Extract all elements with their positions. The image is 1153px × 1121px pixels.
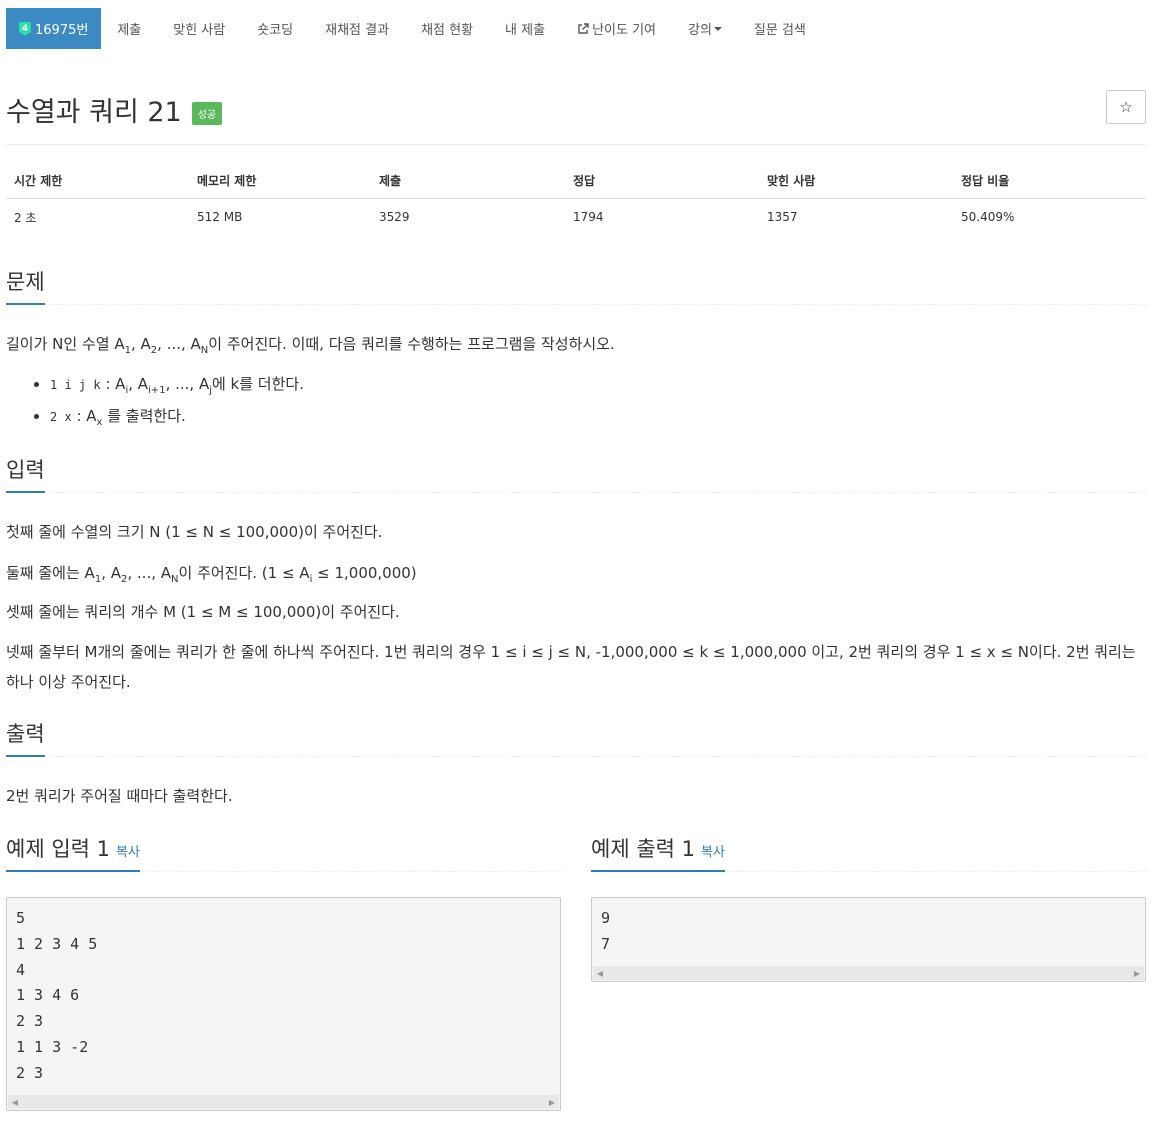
input-line-2-prefix: 둘째 줄에는 A	[6, 564, 95, 582]
problem-menu: 4 16975번 제출 맞힌 사람 숏코딩 재채점 결과 채점 현황 내 제출 …	[6, 8, 822, 49]
nav-submit[interactable]: 제출	[101, 8, 157, 49]
horizontal-scrollbar[interactable]: ◀ ▶	[593, 966, 1144, 980]
header-accepted: 정답	[573, 174, 596, 188]
problem-text-suffix: 이 주어진다. 이때, 다음 쿼리를 수행하는 프로그램을 작성하시오.	[208, 335, 615, 353]
sample-input-box[interactable]: 5 1 2 3 4 5 4 1 3 4 6 2 3 1 1 3 -2 2 3 ◀…	[6, 897, 561, 1111]
header-time-limit: 시간 제한	[14, 174, 63, 188]
sample-input-text: 5 1 2 3 4 5 4 1 3 4 6 2 3 1 1 3 -2 2 3	[16, 909, 98, 1082]
nav-lectures-dropdown[interactable]: 강의	[672, 8, 738, 49]
problem-info-table: 시간 제한 메모리 제한 제출 정답 맞힌 사람 정답 비율 2 초 512 M…	[6, 163, 1146, 235]
nav-my-submissions[interactable]: 내 제출	[489, 8, 561, 49]
nav-difficulty-contribution[interactable]: 난이도 기여	[561, 8, 672, 49]
sample-output-text: 9 7	[601, 909, 611, 953]
output-line-1: 2번 쿼리가 주어질 때마다 출력한다.	[6, 787, 233, 805]
sample-output-label: 예제 출력 1	[591, 837, 695, 861]
input-section-title: 입력	[6, 454, 45, 493]
copy-sample-output-link[interactable]: 복사	[701, 845, 725, 860]
value-memory-limit: 512 MB	[197, 210, 243, 224]
value-solvers: 1357	[767, 210, 798, 224]
header-solvers: 맞힌 사람	[767, 174, 816, 188]
scroll-left-icon[interactable]: ◀	[8, 1095, 22, 1109]
nav-lectures-label: 강의	[688, 23, 712, 38]
sample-output-header: 예제 출력 1 복사	[591, 833, 1146, 872]
query-list: 1 i j k : Ai, Ai+1, ..., Aj에 k를 더한다. 2 x…	[6, 372, 304, 436]
tier-badge-icon: 4	[19, 21, 31, 36]
horizontal-scrollbar[interactable]: ◀ ▶	[8, 1095, 559, 1109]
query2-code: 2 x	[50, 410, 72, 424]
chevron-down-icon	[713, 26, 722, 31]
nav-rejudge-results[interactable]: 재채점 결과	[309, 8, 405, 49]
input-line-4b: 하나 이상 주어진다.	[6, 673, 131, 691]
table-row: 2 초 512 MB 3529 1794 1357 50.409%	[6, 199, 1146, 235]
sample-input-header: 예제 입력 1 복사	[6, 833, 561, 872]
input-line-2-suffix: 이 주어진다. (1 ≤ A	[178, 564, 310, 582]
input-line-2-end: ≤ 1,000,000)	[312, 564, 417, 582]
status-badge: 성공	[191, 102, 223, 125]
problem-section-title: 문제	[6, 266, 45, 305]
problem-text-prefix: 길이가 N인 수열 A	[6, 335, 125, 353]
header-memory-limit: 메모리 제한	[197, 174, 257, 188]
value-accepted: 1794	[573, 210, 604, 224]
list-item: 1 i j k : Ai, Ai+1, ..., Aj에 k를 더한다.	[50, 372, 304, 404]
page-header: 수열과 쿼리 21 성공	[6, 90, 223, 129]
problem-number-label: 16975번	[35, 23, 89, 38]
scroll-right-icon[interactable]: ▶	[545, 1095, 559, 1109]
output-section-header: 출력	[6, 718, 1146, 757]
value-time-limit: 2 초	[14, 210, 37, 225]
input-line-4a: 넷째 줄부터 M개의 줄에는 쿼리가 한 줄에 하나씩 주어진다. 1번 쿼리의…	[6, 643, 1136, 661]
input-section-header: 입력	[6, 454, 1146, 493]
scroll-left-icon[interactable]: ◀	[593, 966, 607, 980]
list-item: 2 x : Ax 를 출력한다.	[50, 404, 304, 436]
favorite-star-button[interactable]: ☆	[1106, 90, 1146, 124]
star-icon: ☆	[1119, 98, 1133, 116]
nav-problem-number[interactable]: 4 16975번	[6, 8, 102, 49]
header-accept-ratio: 정답 비율	[961, 174, 1010, 188]
nav-solved-users[interactable]: 맞힌 사람	[157, 8, 241, 49]
sample-output-box[interactable]: 9 7 ◀ ▶	[591, 897, 1146, 982]
table-header-row: 시간 제한 메모리 제한 제출 정답 맞힌 사람 정답 비율	[6, 163, 1146, 199]
header-submissions: 제출	[379, 174, 402, 188]
sample-output-title: 예제 출력 1 복사	[591, 833, 725, 872]
query1-code: 1 i j k	[50, 378, 101, 392]
sample-input-title: 예제 입력 1 복사	[6, 833, 140, 872]
value-accept-ratio: 50.409%	[961, 210, 1015, 224]
input-line-1: 첫째 줄에 수열의 크기 N (1 ≤ N ≤ 100,000)이 주어진다.	[6, 523, 383, 541]
nav-status[interactable]: 채점 현황	[405, 8, 489, 49]
query1-text: 에 k를 더한다.	[211, 375, 304, 393]
page-title: 수열과 쿼리 21	[6, 97, 182, 128]
divider	[6, 144, 1146, 145]
nav-question-search[interactable]: 질문 검색	[738, 8, 822, 49]
nav-difficulty-label: 난이도 기여	[592, 23, 656, 38]
output-section-title: 출력	[6, 718, 45, 757]
input-line-3: 셋째 줄에는 쿼리의 개수 M (1 ≤ M ≤ 100,000)이 주어진다.	[6, 603, 400, 621]
nav-short-coding[interactable]: 숏코딩	[241, 8, 309, 49]
value-submissions: 3529	[379, 210, 410, 224]
input-line-2: 둘째 줄에는 A1, A2, ..., AN이 주어진다. (1 ≤ Ai ≤ …	[6, 564, 417, 585]
problem-section-header: 문제	[6, 266, 1146, 305]
problem-description: 길이가 N인 수열 A1, A2, ..., AN이 주어진다. 이때, 다음 …	[6, 335, 615, 356]
sample-input-label: 예제 입력 1	[6, 837, 110, 861]
query2-text: 를 출력한다.	[102, 407, 186, 425]
scroll-right-icon[interactable]: ▶	[1130, 966, 1144, 980]
copy-sample-input-link[interactable]: 복사	[116, 845, 140, 860]
external-link-icon	[578, 22, 589, 34]
